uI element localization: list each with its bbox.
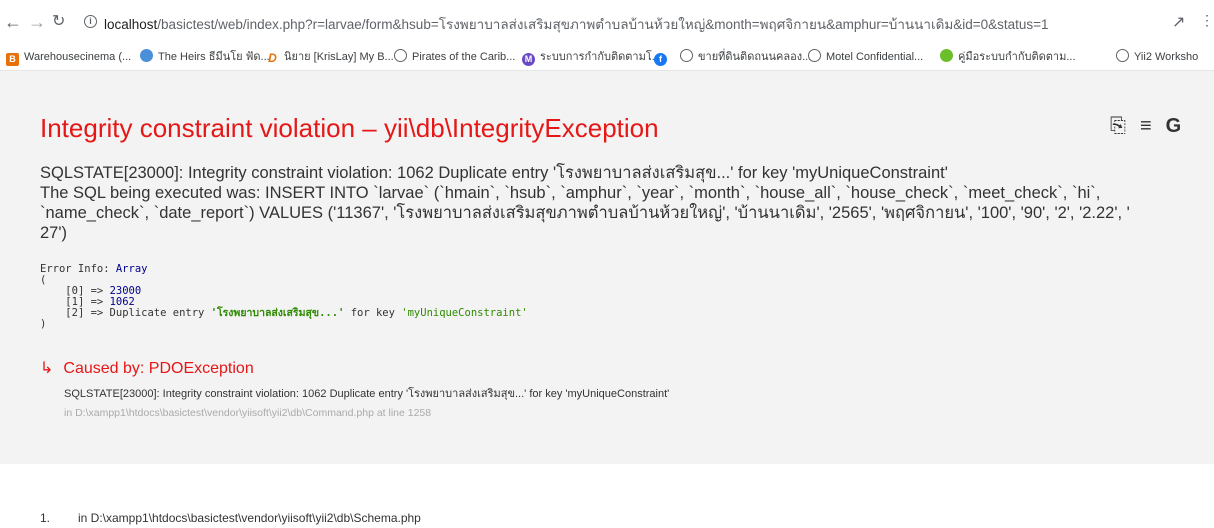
title-dash: –: [362, 113, 377, 143]
copy-icon[interactable]: ⎘: [1110, 115, 1126, 137]
site-info-icon[interactable]: i: [84, 15, 97, 28]
url-field[interactable]: localhost/basictest/web/index.php?r=larv…: [104, 13, 1049, 35]
error-info-tail: for key: [344, 307, 402, 319]
exception-class[interactable]: yii\db\IntegrityException: [384, 113, 659, 143]
error-info-close: ): [40, 318, 47, 330]
globe-icon: [808, 49, 821, 62]
message-line: 27'): [40, 224, 67, 242]
bookmark-facebook[interactable]: f: [654, 48, 672, 66]
bookmark-label: นิยาย [KrisLay] My B...: [284, 51, 394, 63]
address-bar: ← → ↻ i localhost/basictest/web/index.ph…: [0, 0, 1214, 44]
bookmark-label: The Heirs ธีมีนโย ฟัด...: [158, 51, 270, 63]
bookmark-the-heirs[interactable]: The Heirs ธีมีนโย ฟัด...: [140, 48, 270, 66]
bookmark-label: ระบบการกำกับติดตามโ...: [540, 51, 661, 63]
message-line: SQLSTATE[23000]: Integrity constraint vi…: [40, 164, 948, 182]
globe-icon: [394, 49, 407, 62]
m-icon: M: [522, 53, 535, 66]
bookmarks-bar: B Warehousecinema (... The Heirs ธีมีนโย …: [0, 44, 1214, 71]
bookmark-manual[interactable]: คู่มือระบบกำกับติดตาม...: [940, 48, 1076, 66]
globe-icon: [680, 49, 693, 62]
bookmark-krislay[interactable]: D นิยาย [KrisLay] My B...: [266, 48, 394, 66]
bookmark-label: Yii2 Worksho: [1134, 51, 1199, 63]
forward-arrow-icon[interactable]: →: [28, 10, 46, 34]
error-info-tail-value: 'myUniqueConstraint': [401, 307, 528, 319]
url-host: localhost: [104, 17, 158, 32]
bookmark-yii2-workshop[interactable]: Yii2 Worksho: [1116, 48, 1198, 66]
url-path: /basictest/web/index.php?r=larvae/form&h…: [157, 17, 1049, 32]
bookmark-tracking-system[interactable]: M ระบบการกำกับติดตามโ...: [522, 48, 661, 66]
stack-path: in D:\xampp1\htdocs\basictest\vendor\yii…: [78, 511, 421, 525]
bookmark-label: ขายที่ดินติดถนนคลอง...: [698, 51, 812, 63]
reload-icon[interactable]: ↻: [52, 10, 65, 34]
dek-d-icon: D: [268, 51, 277, 65]
caused-message: SQLSTATE[23000]: Integrity constraint vi…: [64, 388, 670, 400]
error-name: Integrity constraint violation: [40, 113, 356, 143]
page-title: Integrity constraint violation – yii\db\…: [40, 113, 659, 144]
heirs-icon: [140, 49, 153, 62]
error-header: Integrity constraint violation – yii\db\…: [0, 71, 1214, 464]
bookmark-warehousecinema[interactable]: B Warehousecinema (...: [6, 48, 131, 66]
bookmark-label: Motel Confidential...: [826, 51, 924, 63]
message-line: `name_check`, `date_report`) VALUES ('11…: [40, 204, 1130, 222]
error-info-label: Error Info:: [40, 263, 116, 275]
caused-arrow-icon: ↳: [40, 360, 54, 377]
error-info: Error Info: Array ( [0] => 23000 [1] => …: [40, 264, 528, 330]
more-icon[interactable]: ⋮: [1200, 12, 1214, 29]
bookmark-label: Pirates of the Carib...: [412, 51, 516, 63]
warehouse-icon: B: [6, 53, 19, 66]
call-stack-item[interactable]: 1. in D:\xampp1\htdocs\basictest\vendor\y…: [40, 511, 421, 525]
error-info-type: Array: [115, 263, 148, 275]
bookmark-pirates[interactable]: Pirates of the Carib...: [394, 48, 515, 66]
back-arrow-icon[interactable]: ←: [4, 10, 22, 34]
stack-number: 1.: [40, 511, 51, 525]
caused-by-heading: ↳ Caused by: PDOException: [40, 358, 254, 378]
caused-file: in D:\xampp1\htdocs\basictest\vendor\yii…: [64, 407, 432, 419]
leaf-icon: [940, 49, 953, 62]
bookmark-land-sale[interactable]: ขายที่ดินติดถนนคลอง...: [680, 48, 811, 66]
globe-icon: [1116, 49, 1129, 62]
bookmark-label: Warehousecinema (...: [24, 51, 132, 63]
error-info-key: [2] => Duplicate entry: [65, 307, 211, 319]
bookmark-label: คู่มือระบบกำกับติดตาม...: [958, 51, 1076, 63]
toolbar-icons: ⎘ ≡ G: [1110, 115, 1195, 138]
error-info-open: (: [40, 274, 47, 286]
error-info-value: 'โรงพยาบาลส่งเสริมสุข...': [210, 307, 345, 319]
message-line: The SQL being executed was: INSERT INTO …: [40, 184, 1101, 202]
facebook-icon: f: [654, 53, 667, 66]
error-message: SQLSTATE[23000]: Integrity constraint vi…: [40, 163, 1210, 243]
stack-overflow-icon[interactable]: ≡: [1140, 115, 1152, 137]
google-search-icon[interactable]: G: [1166, 115, 1182, 137]
bookmark-motel[interactable]: Motel Confidential...: [808, 48, 923, 66]
share-icon[interactable]: ↗: [1172, 12, 1185, 32]
caused-by-label: Caused by: PDOException: [63, 360, 254, 377]
